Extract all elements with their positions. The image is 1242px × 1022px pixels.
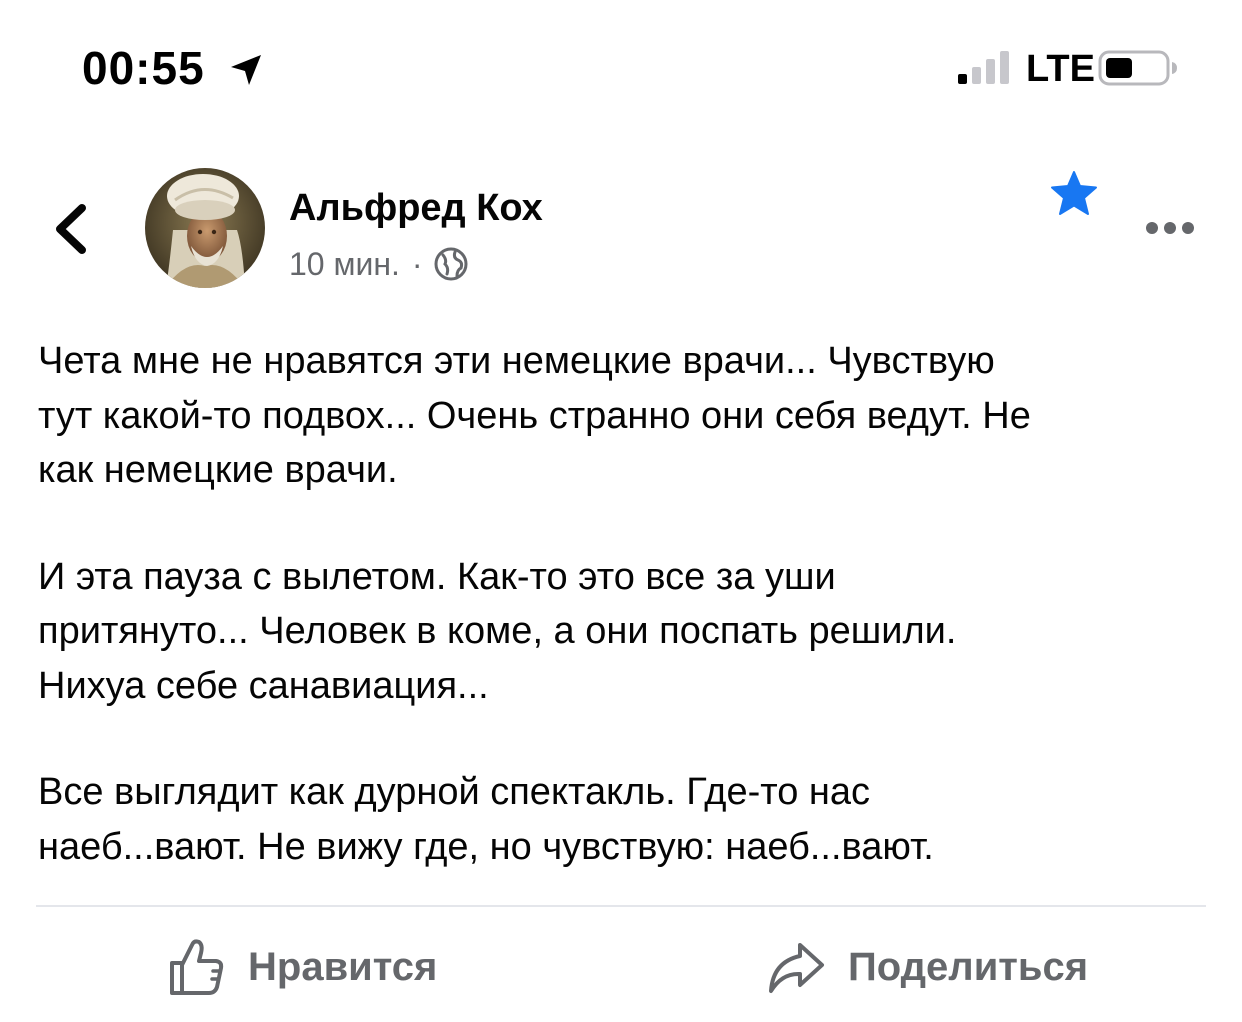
status-time: 00:55 bbox=[82, 42, 205, 94]
post-body: Чета мне не нравятся эти немецкие врачи.… bbox=[38, 334, 1208, 874]
post-timestamp: 10 мин. bbox=[289, 246, 400, 282]
post-paragraph: Чета мне не нравятся эти немецкие врачи.… bbox=[38, 340, 1031, 491]
share-arrow-icon bbox=[769, 943, 824, 993]
signal-icon bbox=[958, 51, 1009, 84]
share-button[interactable]: Поделиться bbox=[766, 930, 1088, 1004]
back-button[interactable] bbox=[48, 198, 98, 260]
network-type-label: LTE bbox=[1026, 48, 1095, 90]
battery-icon bbox=[1098, 50, 1177, 86]
meta-separator: · bbox=[411, 246, 423, 282]
author-name[interactable]: Альфред Кох bbox=[289, 186, 543, 230]
like-label: Нравится bbox=[248, 945, 438, 989]
avatar-portrait-image bbox=[145, 168, 265, 288]
location-arrow-icon bbox=[231, 55, 261, 85]
more-options-icon[interactable] bbox=[1144, 216, 1196, 240]
share-label: Поделиться bbox=[848, 945, 1089, 989]
divider bbox=[36, 905, 1206, 907]
thumbs-up-icon bbox=[170, 939, 224, 995]
like-button[interactable]: Нравится bbox=[166, 930, 437, 1004]
post-paragraph: Все выглядит как дурной спектакль. Где-т… bbox=[38, 771, 934, 868]
post-paragraph: И эта пауза с вылетом. Как-то это все за… bbox=[38, 555, 957, 707]
post-meta: 10 мин. · bbox=[289, 244, 469, 284]
star-icon[interactable] bbox=[1048, 168, 1100, 220]
status-bar: 00:55 LTE bbox=[0, 0, 1242, 130]
globe-icon bbox=[434, 247, 468, 281]
avatar[interactable] bbox=[145, 168, 265, 288]
